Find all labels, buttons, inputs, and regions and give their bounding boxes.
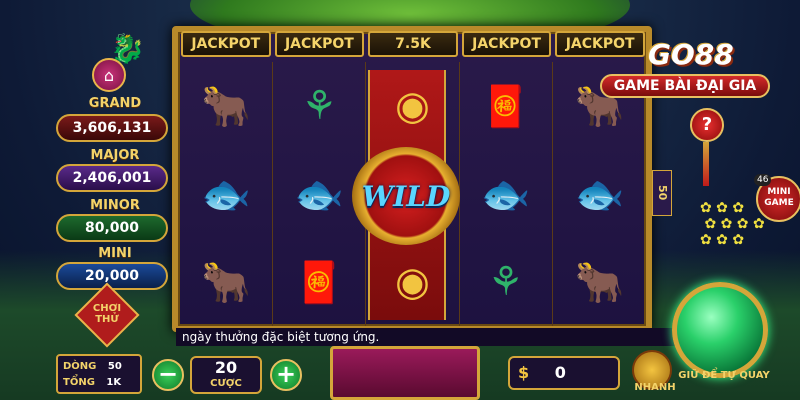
mini-game-badge: 46: [754, 174, 772, 186]
jackpot-cell-5: JACKPOT: [555, 31, 645, 57]
brand-logo: GO88: [648, 38, 734, 71]
brand-tagline: GAME BÀI ĐẠI GIA: [600, 74, 770, 98]
grand-value: 3,606,131: [56, 114, 168, 142]
help-button[interactable]: ?: [690, 108, 724, 142]
jackpot-cell-3: 7.5K: [368, 31, 458, 57]
wild-symbol: WILD: [352, 147, 460, 245]
jackpot-cell-1: JACKPOT: [181, 31, 271, 57]
dollar-icon: $: [518, 363, 530, 382]
jade-symbol-icon: ⚘: [460, 238, 553, 326]
message-scroll: [330, 346, 480, 400]
lines-label: DÒNG: [63, 361, 97, 372]
envelope-symbol-icon: 🧧: [273, 238, 367, 326]
decrease-bet-button[interactable]: −: [152, 359, 184, 391]
win-value: 0: [554, 363, 566, 382]
ox-symbol-icon: 🐂: [180, 62, 274, 150]
tassel-decoration: [703, 142, 709, 186]
total-value: 1K: [106, 377, 122, 388]
fish-symbol-icon: 🐟: [574, 171, 625, 218]
mini-value: 20,000: [56, 262, 168, 290]
fast-spin-label: NHANH: [634, 382, 676, 393]
minor-label: MINOR: [90, 198, 140, 213]
major-label: MAJOR: [90, 148, 140, 163]
news-ticker: ngày thưởng đặc biệt tương ứng.: [176, 328, 696, 346]
minor-value: 80,000: [56, 214, 168, 242]
wild-label: WILD: [361, 179, 451, 213]
fish-symbol-icon: 🐟: [180, 150, 274, 238]
mini-label: MINI: [98, 246, 132, 261]
jackpot-cell-2: JACKPOT: [274, 31, 365, 57]
home-icon: ⌂: [103, 65, 115, 85]
bet-label: CƯỢC: [210, 378, 242, 389]
jade-symbol-icon: ⚘: [273, 62, 367, 150]
jackpot-cell-4: JACKPOT: [461, 31, 552, 57]
auto-spin-label: GIỮ ĐỂ TỰ QUAY: [678, 370, 770, 381]
ox-symbol-icon: 🐂: [574, 259, 625, 306]
ox-symbol-icon: 🐂: [180, 238, 274, 326]
envelope-symbol-icon: 🧧: [460, 62, 553, 150]
play-trial-label[interactable]: CHƠI THỬ: [84, 303, 130, 325]
bet-box: 20 CƯỢC: [190, 356, 262, 394]
spin-button[interactable]: [672, 282, 768, 378]
total-label: TỔNG: [63, 377, 95, 388]
lines-indicator: 50: [652, 170, 672, 216]
game-stage: 🐉 JACKPOT JACKPOT 7.5K JACKPOT JACKPOT 🐂…: [0, 0, 800, 400]
jackpot-bar: JACKPOT JACKPOT 7.5K JACKPOT JACKPOT: [178, 28, 648, 60]
coin-symbol-icon: ◉: [366, 238, 460, 326]
increase-bet-button[interactable]: +: [270, 359, 302, 391]
grand-label: GRAND: [88, 96, 142, 111]
bet-value: 20: [214, 358, 238, 377]
fish-symbol-icon: 🐟: [460, 150, 553, 238]
coin-symbol-icon: ◉: [366, 62, 460, 150]
win-box: $ 0: [508, 356, 620, 390]
lines-total-box: DÒNG 50 TỔNG 1K: [56, 354, 142, 394]
lines-value: 50: [107, 361, 122, 372]
major-value: 2,406,001: [56, 164, 168, 192]
home-button[interactable]: ⌂: [92, 58, 126, 92]
